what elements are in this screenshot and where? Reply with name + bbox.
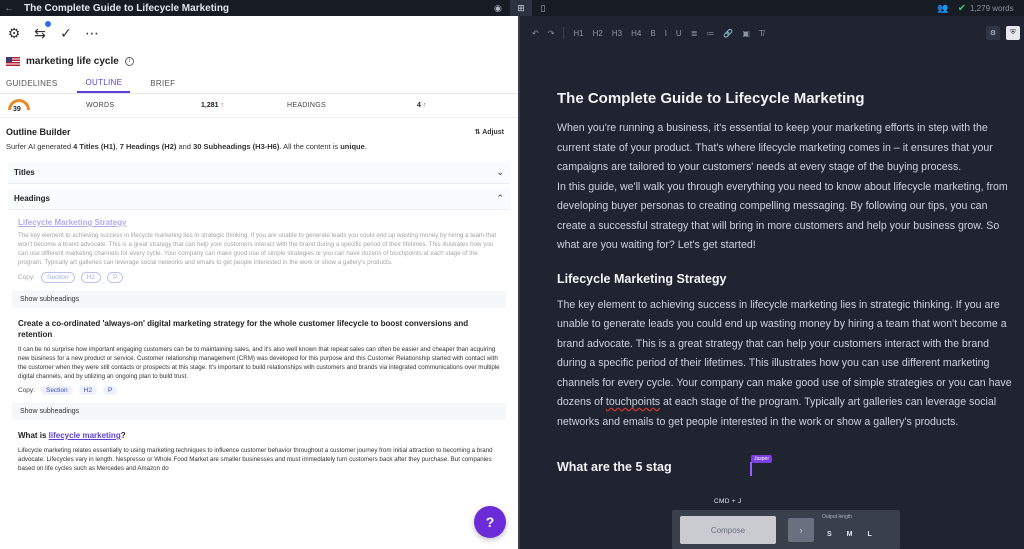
size-m-option[interactable]: M — [847, 531, 853, 538]
info-icon[interactable]: i — [124, 56, 134, 66]
outline-heading-link[interactable]: Lifecycle Marketing Strategy — [18, 218, 500, 227]
spellcheck-word: touchpoints — [605, 396, 661, 408]
help-chat-button[interactable]: ? — [474, 506, 506, 538]
keyword-row: marketing life cycle i — [0, 50, 518, 72]
users-icon[interactable]: 👥 — [932, 3, 954, 14]
title-bar: ← The Complete Guide to Lifecycle Market… — [0, 0, 1024, 16]
outline-paragraph: Lifecycle marketing relates essentially … — [18, 447, 493, 472]
trend-up-icon: ↑ — [220, 102, 225, 109]
document-editor: ↶ ↷ H1 H2 H3 H4 B I U ≣ ≔ 🔗 ▣ T̸ ⚙ ⛨ The… — [522, 16, 1024, 549]
section-heading: Lifecycle Marketing Strategy — [557, 271, 727, 286]
output-length-label: Output length — [822, 514, 853, 520]
outline-paragraph: It can be no surprise how important enga… — [18, 346, 500, 380]
ordered-list-icon[interactable]: ≣ — [691, 29, 698, 38]
copy-row: Copy: Section H2 P — [18, 272, 500, 283]
outline-heading[interactable]: What is lifecycle marketing? — [18, 430, 500, 441]
chevron-down-icon: ⌄ — [496, 167, 504, 177]
copy-p-button[interactable]: P — [106, 272, 124, 283]
link-icon[interactable]: 🔗 — [723, 29, 733, 38]
compose-panel: Compose › Output length S M L — [672, 510, 900, 549]
section-paragraph: The key element to achieving success in … — [557, 298, 1012, 428]
settings-gear-icon[interactable]: ⚙ — [6, 25, 22, 41]
eye-icon[interactable]: ◉ — [494, 3, 510, 14]
jasper-cursor-label: Jasper — [751, 455, 773, 463]
copy-section-button[interactable]: Section — [40, 272, 75, 283]
sidebar-toolbar: ⚙ ⇆ ✓ ⋯ — [0, 16, 518, 50]
split-view-button[interactable]: ⊞ — [510, 0, 532, 16]
copy-h2-button[interactable]: H2 — [78, 386, 97, 395]
document-body[interactable]: The Complete Guide to Lifecycle Marketin… — [522, 50, 1024, 474]
bold-button[interactable]: B — [650, 29, 655, 38]
word-count: 1,279 words — [970, 3, 1014, 13]
h2-button[interactable]: H2 — [593, 29, 603, 38]
settings-gear-icon[interactable]: ⚙ — [986, 26, 1000, 40]
more-options-icon[interactable]: ⋯ — [84, 25, 100, 41]
content-score-gauge: 39 — [6, 97, 36, 115]
outline-builder-header: Outline Builder ⇅ Adjust — [0, 118, 518, 140]
check-circle-icon[interactable]: ✓ — [58, 25, 74, 41]
undo-icon[interactable]: ↶ — [532, 29, 539, 38]
words-label: WORDS — [86, 102, 115, 109]
copy-h2-button[interactable]: H2 — [80, 272, 101, 283]
notification-dot — [45, 21, 51, 27]
underline-button[interactable]: U — [676, 29, 682, 38]
headings-value: 4 ↑ — [417, 102, 427, 109]
size-l-option[interactable]: L — [868, 531, 872, 538]
document-h1: The Complete Guide to Lifecycle Marketin… — [557, 90, 865, 107]
adjust-button[interactable]: ⇅ Adjust — [475, 128, 504, 136]
share-link-icon[interactable]: ⇆ — [32, 21, 51, 41]
size-s-option[interactable]: S — [827, 531, 832, 538]
outline-card: Create a co-ordinated 'always-on' digita… — [12, 314, 506, 399]
headings-section[interactable]: Headings ⌃ — [8, 188, 510, 210]
bullet-list-icon[interactable]: ≔ — [706, 29, 714, 38]
back-arrow-icon[interactable]: ← — [0, 3, 18, 14]
outline-card: Lifecycle Marketing Strategy The key ele… — [12, 214, 506, 287]
tab-outline[interactable]: OUTLINE — [77, 78, 131, 93]
outline-description: Surfer AI generated 4 Titles (H1), 7 Hea… — [6, 142, 367, 151]
saved-check-icon: ✔ — [957, 2, 967, 14]
copy-p-button[interactable]: P — [102, 386, 118, 395]
outline-card: What is lifecycle marketing? Lifecycle m… — [12, 426, 506, 477]
words-value: 1,281 ↑ — [201, 102, 225, 109]
show-subheadings-button[interactable]: Show subheadings — [12, 291, 506, 308]
h1-button[interactable]: H1 — [573, 29, 583, 38]
document-title: The Complete Guide to Lifecycle Marketin… — [24, 2, 230, 14]
tab-brief[interactable]: BRIEF — [150, 79, 175, 93]
italic-button[interactable]: I — [665, 29, 667, 38]
chevron-up-icon: ⌃ — [496, 193, 504, 203]
show-subheadings-button[interactable]: Show subheadings — [12, 403, 506, 420]
compose-button[interactable]: Compose — [680, 516, 776, 544]
stats-row: 39 WORDS 1,281 ↑ HEADINGS 4 ↑ — [0, 94, 518, 118]
keyword-text: marketing life cycle — [26, 55, 119, 67]
outline-paragraph: The key element to achieving success in … — [18, 232, 497, 266]
submit-arrow-icon[interactable]: › — [788, 518, 814, 542]
content-score: 39 — [13, 105, 21, 113]
tab-guidelines[interactable]: GUIDELINES — [6, 79, 57, 93]
content-editor-sidebar: ⚙ ⇆ ✓ ⋯ marketing life cycle i GUIDELINE… — [0, 16, 520, 549]
intro-paragraph: When you're running a business, it's ess… — [557, 122, 993, 173]
image-icon[interactable]: ▣ — [742, 29, 750, 38]
text-cursor — [750, 462, 752, 476]
titles-section[interactable]: Titles ⌄ — [8, 162, 510, 184]
shortcut-hint: CMD + J — [714, 498, 742, 505]
shield-icon[interactable]: ⛨ — [1006, 26, 1020, 40]
us-flag-icon — [6, 56, 20, 66]
outline-builder-title: Outline Builder — [6, 127, 71, 137]
h4-button[interactable]: H4 — [631, 29, 641, 38]
headings-label: HEADINGS — [287, 102, 326, 109]
redo-icon[interactable]: ↷ — [548, 29, 555, 38]
clear-format-icon[interactable]: T̸ — [759, 29, 764, 38]
copy-row: Copy: Section H2 P — [18, 386, 500, 395]
copy-section-button[interactable]: Section — [40, 386, 73, 395]
sidebar-tabs: GUIDELINES OUTLINE BRIEF — [0, 72, 518, 94]
editor-toolbar: ↶ ↷ H1 H2 H3 H4 B I U ≣ ≔ 🔗 ▣ T̸ ⚙ ⛨ — [522, 16, 1024, 50]
trend-up-icon: ↑ — [422, 102, 427, 109]
h3-button[interactable]: H3 — [612, 29, 622, 38]
outline-heading[interactable]: Create a co-ordinated 'always-on' digita… — [18, 318, 500, 340]
output-length-options: S M L — [827, 531, 872, 538]
panel-toggle-icon[interactable]: ▯ — [532, 3, 554, 14]
intro-paragraph-2: In this guide, we'll walk you through ev… — [557, 180, 1008, 252]
section-heading: What are the 5 stag — [557, 460, 672, 474]
